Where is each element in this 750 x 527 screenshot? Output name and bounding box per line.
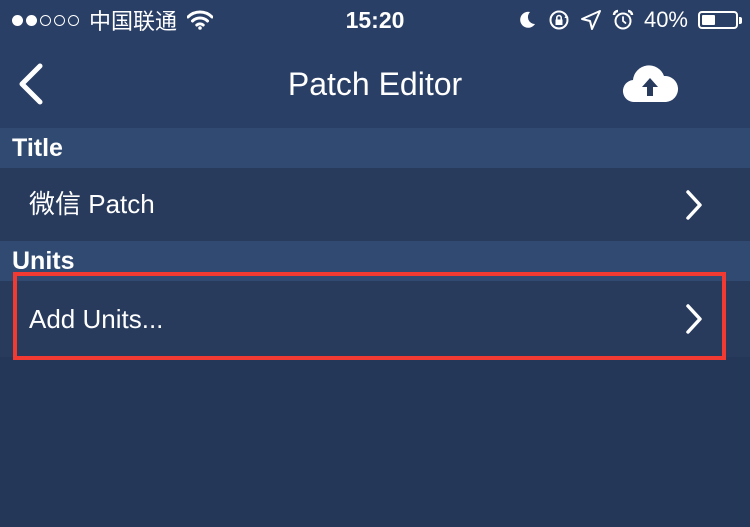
status-bar: 中国联通 15:20 40% [0,0,750,40]
location-arrow-icon [580,10,601,30]
status-bar-right: 40% [516,6,742,34]
alarm-clock-icon [612,9,634,30]
title-row[interactable]: 微信 Patch [0,168,750,241]
battery-icon [698,11,742,29]
cloud-upload-icon [622,65,679,103]
battery-percentage: 40% [643,7,688,32]
section-header-units: Units [0,241,750,281]
battery-fill [702,15,715,25]
add-units-row[interactable]: Add Units... [0,281,750,357]
moon-icon [520,11,535,28]
chevron-right-icon [686,304,702,334]
section-header-title: Title [0,128,750,168]
add-units-label: Add Units... [29,304,164,334]
chevron-right-icon [686,190,702,220]
rotation-lock-icon [549,10,569,30]
battery-tip [739,17,742,24]
title-row-value: 微信 Patch [29,189,155,219]
upload-button[interactable] [620,60,680,108]
navigation-bar: Patch Editor [0,40,750,128]
